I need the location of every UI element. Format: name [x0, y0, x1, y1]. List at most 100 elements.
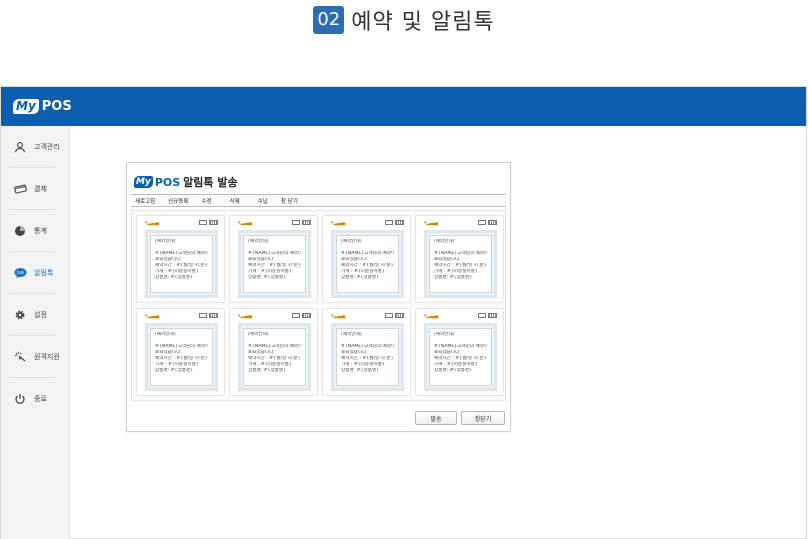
message-line: 상품명: #{상품명} — [155, 275, 194, 280]
sidebar-item-customers[interactable]: 고객관리 — [1, 126, 69, 168]
section-title: 예약 및 알림톡 — [351, 10, 495, 35]
envelope-icon — [199, 313, 207, 318]
signal-icon: ▾▂▃▄ — [424, 220, 439, 226]
signal-icon: ▾▂▃▄ — [424, 313, 439, 319]
sidebar-item-remote-support[interactable]: 원격지원 — [1, 336, 69, 378]
alimtalk-dialog: My POS 알림톡 발송 새로고침 신규등록 수정 삭제 수납 창 닫기 ▾▂… — [126, 162, 511, 432]
svg-text:talk: talk — [16, 270, 24, 275]
sidebar-item-statistics[interactable]: 통계 — [1, 210, 69, 252]
dialog-title-text: 알림톡 발송 — [183, 176, 238, 189]
envelope-icon — [478, 313, 486, 318]
section-number: 02 — [313, 6, 345, 34]
sidebar-item-label: 통계 — [34, 227, 47, 235]
sidebar-item-label: 알림톡 — [34, 269, 54, 277]
phone-screen: [예약안내]#{NAME}고객님의 예약이 완료되었습니다.예약시간 : #{월… — [331, 230, 404, 298]
section-heading: 02 예약 및 알림톡 — [0, 0, 808, 40]
message-line: 상품명: #{상품명} — [341, 275, 380, 280]
gear-icon — [13, 308, 27, 322]
battery-icon — [395, 313, 404, 318]
menu-payment[interactable]: 수납 — [258, 197, 268, 205]
dialog-menubar: 새로고침 신규등록 수정 삭제 수납 창 닫기 — [131, 194, 506, 207]
battery-icon — [302, 220, 311, 225]
message-template-card[interactable]: ▾▂▃▄ [예약안내]#{NAME}고객님의 예약이 완료되었습니다.예약시간 :… — [322, 308, 411, 396]
message-body: [예약안내]#{NAME}고객님의 예약이 완료되었습니다.예약시간 : #{월… — [150, 235, 213, 293]
signal-icon: ▾▂▃▄ — [238, 313, 253, 319]
payment-icon — [13, 182, 27, 196]
sidebar-item-label: 설정 — [34, 311, 47, 319]
message-template-card[interactable]: ▾▂▃▄ [예약안내]#{NAME}고객님의 예약이 완료되었습니다.예약시간 :… — [322, 215, 411, 303]
phone-screen: [예약안내]#{NAME}고객님의 예약이 완료되었습니다.예약시간 : #{월… — [424, 323, 497, 391]
close-window-button[interactable]: 창닫기 — [461, 411, 505, 425]
message-body: [예약안내]#{NAME}고객님의 예약이 완료되었습니다.예약시간 : #{월… — [429, 328, 492, 386]
phone-screen: [예약안내]#{NAME}고객님의 예약이 완료되었습니다.예약시간 : #{월… — [238, 323, 311, 391]
sidebar-item-label: 결제 — [34, 185, 47, 193]
phone-screen: [예약안내]#{NAME}고객님의 예약이 완료되었습니다.예약시간 : #{월… — [145, 323, 218, 391]
page: 02 예약 및 알림톡 My POS 고객관리 결제 통계 talk 알림톡 설… — [0, 0, 808, 539]
sidebar-item-label: 고객관리 — [34, 143, 60, 151]
signal-icon: ▾▂▃▄ — [145, 313, 160, 319]
message-template-card[interactable]: ▾▂▃▄ [예약안내]#{NAME}고객님의 예약이 완료되었습니다.예약시간 :… — [415, 308, 504, 396]
sidebar-item-settings[interactable]: 설정 — [1, 294, 69, 336]
signal-icon: ▾▂▃▄ — [238, 220, 253, 226]
phone-screen: [예약안내]#{NAME}고객님의 예약이 완료되었습니다.예약시간 : #{월… — [145, 230, 218, 298]
signal-icon: ▾▂▃▄ — [331, 220, 346, 226]
battery-icon — [395, 220, 404, 225]
menu-refresh[interactable]: 새로고침 — [135, 197, 155, 205]
phone-screen: [예약안내]#{NAME}고객님의 예약이 완료되었습니다.예약시간 : #{월… — [331, 323, 404, 391]
sidebar-item-label: 원격지원 — [34, 353, 60, 361]
dialog-title: My POS 알림톡 발송 — [134, 174, 238, 190]
battery-icon — [488, 220, 497, 225]
talk-bubble-icon: talk — [13, 266, 27, 280]
top-bar: My POS — [1, 87, 806, 126]
message-body: [예약안내]#{NAME}고객님의 예약이 완료되었습니다.예약시간 : #{월… — [336, 235, 399, 293]
message-line: 상품명: #{상품명} — [155, 368, 194, 373]
message-line: 상품명: #{상품명} — [434, 368, 473, 373]
template-grid: ▾▂▃▄ [예약안내]#{NAME}고객님의 예약이 완료되었습니다.예약시간 :… — [131, 210, 506, 401]
dialog-logo-pos: POS — [154, 175, 181, 189]
message-line: 상품명: #{상품명} — [248, 275, 287, 280]
message-line: 상품명: #{상품명} — [434, 275, 473, 280]
message-line: 상품명: #{상품명} — [341, 368, 380, 373]
battery-icon — [209, 313, 218, 318]
send-button[interactable]: 발송 — [415, 411, 457, 425]
remote-support-icon — [13, 350, 27, 364]
sidebar-item-payment[interactable]: 결제 — [1, 168, 69, 210]
sidebar: 고객관리 결제 통계 talk 알림톡 설정 원격지원 종료 — [1, 126, 70, 539]
message-template-card[interactable]: ▾▂▃▄ [예약안내]#{NAME}고객님의 예약이 완료되었습니다.예약시간 :… — [136, 215, 225, 303]
sidebar-item-alimtalk[interactable]: talk 알림톡 — [1, 252, 69, 294]
app-logo: My POS — [13, 99, 72, 114]
envelope-icon — [385, 313, 393, 318]
power-icon — [13, 392, 27, 406]
message-template-card[interactable]: ▾▂▃▄ [예약안내]#{NAME}고객님의 예약이 완료되었습니다.예약시간 :… — [136, 308, 225, 396]
pie-chart-icon — [13, 224, 27, 238]
signal-icon: ▾▂▃▄ — [145, 220, 160, 226]
dialog-logo-my: My — [134, 176, 153, 188]
menu-new[interactable]: 신규등록 — [168, 197, 188, 205]
menu-close-window[interactable]: 창 닫기 — [281, 197, 298, 205]
message-body: [예약안내]#{NAME}고객님의 예약이 완료되었습니다.예약시간 : #{월… — [150, 328, 213, 386]
message-template-card[interactable]: ▾▂▃▄ [예약안내]#{NAME}고객님의 예약이 완료되었습니다.예약시간 :… — [415, 215, 504, 303]
person-icon — [13, 140, 27, 154]
battery-icon — [209, 220, 218, 225]
logo-pos: POS — [41, 99, 72, 114]
envelope-icon — [292, 220, 300, 225]
message-body: [예약안내]#{NAME}고객님의 예약이 완료되었습니다.예약시간 : #{월… — [336, 328, 399, 386]
message-line: 상품명: #{상품명} — [248, 368, 287, 373]
sidebar-item-label: 종료 — [34, 395, 47, 403]
menu-edit[interactable]: 수정 — [202, 197, 212, 205]
battery-icon — [302, 313, 311, 318]
envelope-icon — [292, 313, 300, 318]
phone-screen: [예약안내]#{NAME}고객님의 예약이 완료되었습니다.예약시간 : #{월… — [238, 230, 311, 298]
envelope-icon — [385, 220, 393, 225]
envelope-icon — [199, 220, 207, 225]
logo-my: My — [13, 99, 39, 114]
sidebar-item-exit[interactable]: 종료 — [1, 378, 69, 420]
message-template-card[interactable]: ▾▂▃▄ [예약안내]#{NAME}고객님의 예약이 완료되었습니다.예약시간 :… — [229, 215, 318, 303]
signal-icon: ▾▂▃▄ — [331, 313, 346, 319]
phone-screen: [예약안내]#{NAME}고객님의 예약이 완료되었습니다.예약시간 : #{월… — [424, 230, 497, 298]
message-body: [예약안내]#{NAME}고객님의 예약이 완료되었습니다.예약시간 : #{월… — [243, 235, 306, 293]
menu-delete[interactable]: 삭제 — [230, 197, 240, 205]
message-template-card[interactable]: ▾▂▃▄ [예약안내]#{NAME}고객님의 예약이 완료되었습니다.예약시간 :… — [229, 308, 318, 396]
envelope-icon — [478, 220, 486, 225]
message-body: [예약안내]#{NAME}고객님의 예약이 완료되었습니다.예약시간 : #{월… — [429, 235, 492, 293]
